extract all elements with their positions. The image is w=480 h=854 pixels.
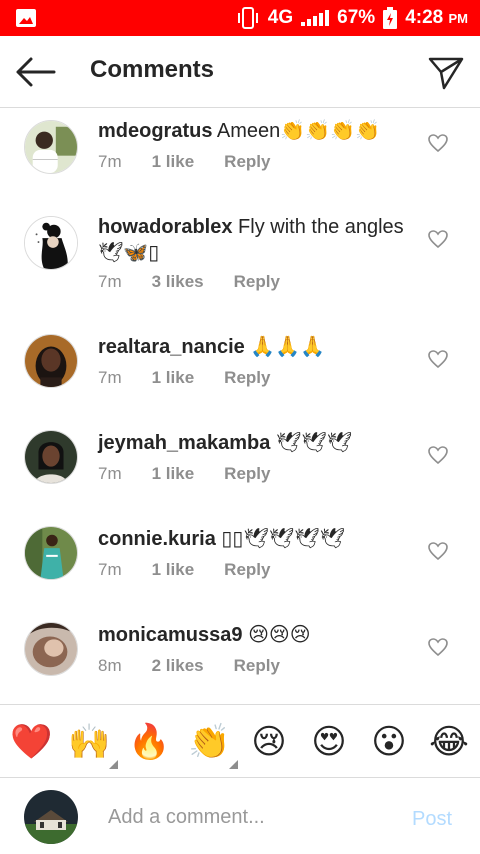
avatar[interactable] xyxy=(24,216,78,270)
avatar[interactable] xyxy=(24,120,78,174)
reply-button[interactable]: Reply xyxy=(224,152,270,172)
comment-text: realtara_nancie 🙏🙏🙏 xyxy=(98,334,418,360)
comment-likes[interactable]: 2 likes xyxy=(152,656,204,676)
comment-likes[interactable]: 3 likes xyxy=(152,272,204,292)
emoji-surprised-face[interactable]: 😮 xyxy=(368,721,410,763)
comment-meta: 7m 1 like Reply xyxy=(98,152,270,172)
avatar[interactable] xyxy=(24,430,78,484)
gallery-icon xyxy=(16,9,36,27)
arrow-left-icon[interactable] xyxy=(14,54,58,90)
comment-time: 7m xyxy=(98,368,122,387)
comment-username[interactable]: mdeogratus xyxy=(98,120,212,142)
avatar[interactable] xyxy=(24,526,78,580)
comment-input[interactable] xyxy=(108,802,398,832)
emoji-heart[interactable]: ❤️ xyxy=(10,721,52,763)
heart-icon[interactable] xyxy=(428,638,448,656)
comment-meta: 8m 2 likes Reply xyxy=(98,656,280,676)
emoji-fire[interactable]: 🔥 xyxy=(128,721,170,763)
comment-body: Ameen👏👏👏👏 xyxy=(216,120,380,142)
comment-meta: 7m 1 like Reply xyxy=(98,560,270,580)
comment-text: monicamussa9 😢😢😢 xyxy=(98,622,418,648)
comment-meta: 7m 1 like Reply xyxy=(98,464,270,484)
vibrate-icon xyxy=(237,7,258,29)
heart-icon[interactable] xyxy=(428,542,448,560)
battery-charging-icon xyxy=(383,7,398,29)
reply-button[interactable]: Reply xyxy=(224,368,270,388)
comment-meta: 7m 1 like Reply xyxy=(98,368,270,388)
comment-composer: Post xyxy=(0,778,480,854)
comments-list[interactable]: mdeogratus Ameen👏👏👏👏 7m 1 like Reply howad… xyxy=(0,108,480,704)
send-icon[interactable] xyxy=(426,52,466,92)
emoji-glyph: 👏 xyxy=(188,723,231,761)
post-button[interactable]: Post xyxy=(412,808,452,831)
heart-icon[interactable] xyxy=(428,134,448,152)
comment-time: 7m xyxy=(98,152,122,171)
comment-likes[interactable]: 1 like xyxy=(152,464,195,484)
comment-username[interactable]: jeymah_makamba xyxy=(98,432,270,454)
comment-body: 🕊🕊🕊 xyxy=(275,432,353,454)
battery-percent: 67% xyxy=(337,7,376,28)
comment-time: 8m xyxy=(98,656,122,675)
emoji-clapping-hands[interactable]: 👏 xyxy=(188,721,238,769)
emoji-glyph: 🙌 xyxy=(68,723,111,761)
reply-button[interactable]: Reply xyxy=(224,560,270,580)
heart-icon[interactable] xyxy=(428,350,448,368)
skin-tone-indicator xyxy=(109,760,118,769)
reply-button[interactable]: Reply xyxy=(234,272,280,292)
comment-text: mdeogratus Ameen👏👏👏👏 xyxy=(98,118,418,144)
comment-text: jeymah_makamba 🕊🕊🕊 xyxy=(98,430,418,456)
avatar[interactable] xyxy=(24,334,78,388)
emoji-tears-of-joy[interactable]: 😂 xyxy=(428,721,470,763)
emoji-heart-eyes[interactable]: 😍 xyxy=(308,721,350,763)
status-bar: 4G 67% 4:28 PM xyxy=(0,0,480,36)
comment-time: 7m xyxy=(98,560,122,579)
comment-time: 7m xyxy=(98,464,122,483)
emoji-crying-face[interactable]: 😢 xyxy=(248,721,290,763)
emoji-bar: ❤️ 🙌 🔥 👏 😢 😍 😮 😂 xyxy=(0,704,480,778)
avatar[interactable] xyxy=(24,622,78,676)
reply-button[interactable]: Reply xyxy=(234,656,280,676)
comment-username[interactable]: connie.kuria xyxy=(98,528,216,550)
network-type: 4G xyxy=(267,7,294,28)
top-app-bar: Comments xyxy=(0,36,480,108)
heart-icon[interactable] xyxy=(428,230,448,248)
comment-body: 😢😢😢 xyxy=(248,624,311,646)
comment-text: howadorablex Fly with the angles 🕊🦋▯ xyxy=(98,214,418,266)
heart-icon[interactable] xyxy=(428,446,448,464)
comment-username[interactable]: monicamussa9 xyxy=(98,624,243,646)
skin-tone-indicator xyxy=(229,760,238,769)
comment-username[interactable]: howadorablex xyxy=(98,216,232,238)
comment-time: 7m xyxy=(98,272,122,291)
comment-body: ▯▯🕊🕊🕊🕊 xyxy=(221,528,345,550)
emoji-raised-hands[interactable]: 🙌 xyxy=(68,721,118,769)
reply-button[interactable]: Reply xyxy=(224,464,270,484)
comment-meta: 7m 3 likes Reply xyxy=(98,272,280,292)
clock: 4:28 PM xyxy=(405,7,468,28)
comment-likes[interactable]: 1 like xyxy=(152,560,195,580)
comment-body: 🙏🙏🙏 xyxy=(250,336,326,358)
comment-username[interactable]: realtara_nancie xyxy=(98,336,245,358)
comment-text: connie.kuria ▯▯🕊🕊🕊🕊 xyxy=(98,526,418,552)
comment-likes[interactable]: 1 like xyxy=(152,368,195,388)
page-title: Comments xyxy=(90,56,215,83)
current-user-avatar xyxy=(24,790,78,844)
signal-icon xyxy=(301,10,330,26)
comment-likes[interactable]: 1 like xyxy=(152,152,195,172)
